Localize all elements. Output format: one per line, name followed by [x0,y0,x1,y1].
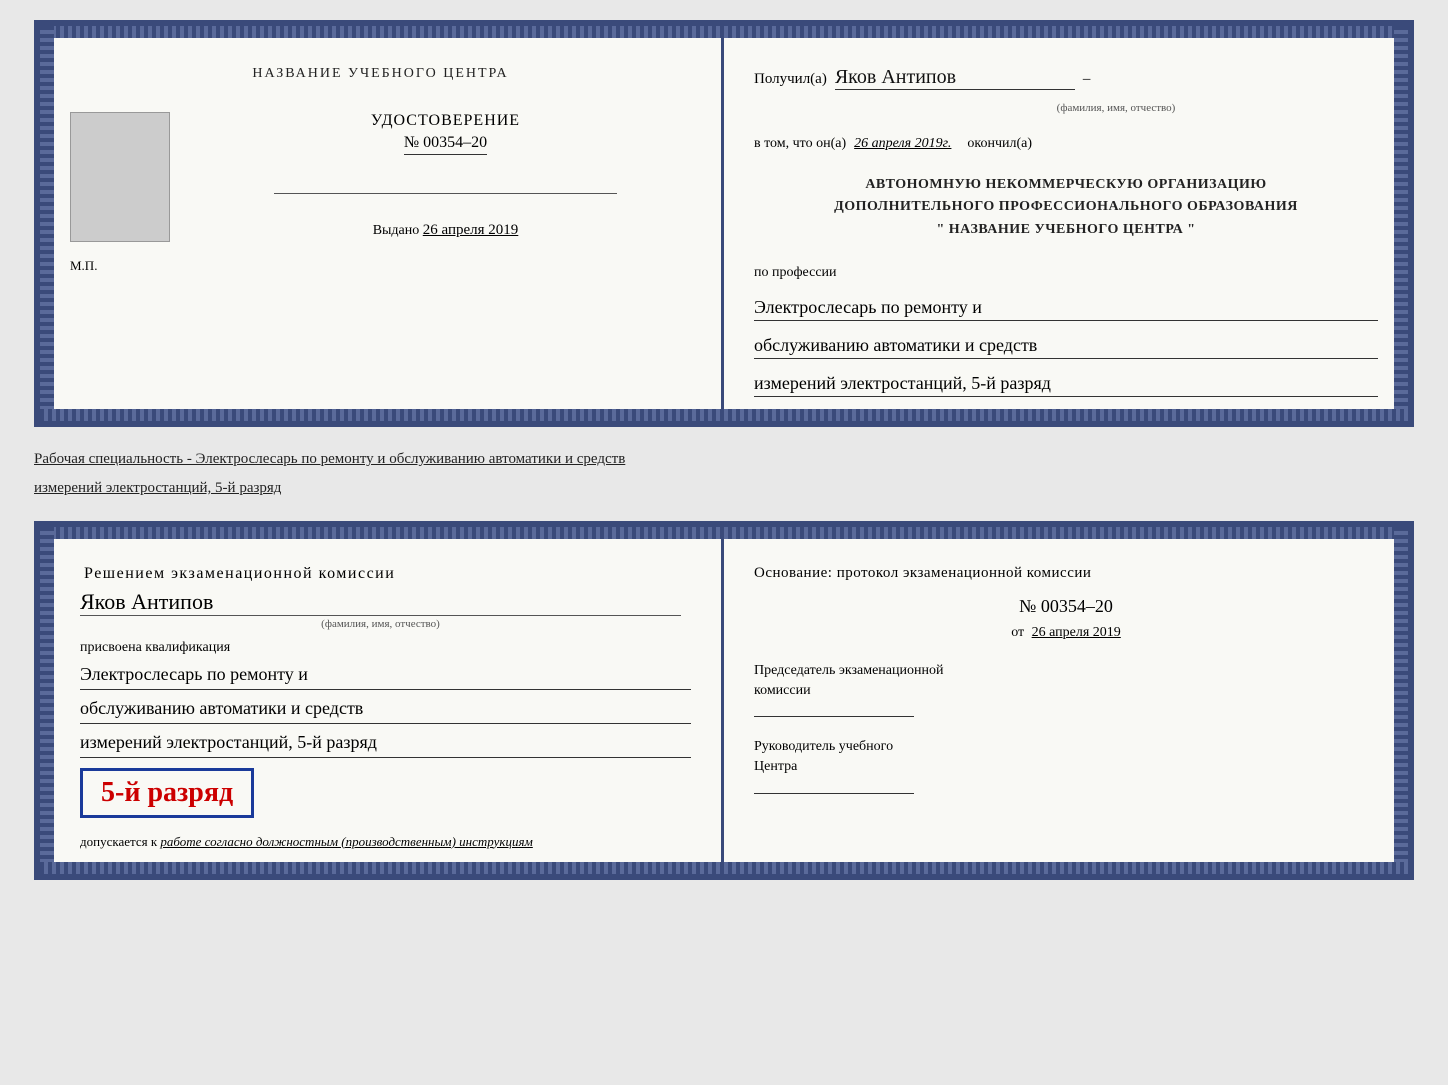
top-left-page: НАЗВАНИЕ УЧЕБНОГО ЦЕНТРА УДОСТОВЕРЕНИЕ №… [40,26,724,421]
prisvoena-label: присвоена квалификация [80,640,691,656]
vydano-date: 26 апреля 2019 [423,222,519,238]
middle-text-line2: измерений электростанций, 5-й разряд [34,474,1414,503]
vtom-date: 26 апреля 2019г. [854,136,951,152]
udost-block: УДОСТОВЕРЕНИЕ № 00354–20 Выдано 26 апрел… [200,112,691,239]
fio-label-top: (фамилия, имя, отчество) [854,102,1378,114]
recipient-name: Яков Антипов [835,66,956,88]
profession-line1: Электрослесарь по ремонту и [754,297,1378,321]
rank-badge: 5-й разряд [80,768,254,818]
left-content-row: УДОСТОВЕРЕНИЕ № 00354–20 Выдано 26 апрел… [70,112,691,242]
bottom-right-page: Основание: протокол экзаменационной коми… [724,527,1408,873]
poluchil-label: Получил(а) [754,71,827,88]
qual-line2: обслуживанию автоматики и средств [80,694,691,724]
top-org-name: НАЗВАНИЕ УЧЕБНОГО ЦЕНТРА [252,66,508,82]
dopuskaetsya-block: допускается к работе согласно должностны… [80,834,691,850]
top-right-page: Получил(а) Яков Антипов – (фамилия, имя,… [724,26,1408,421]
dopuskaetsya-text: работе согласно должностным (производств… [160,834,532,849]
ot-date: 26 апреля 2019 [1032,625,1121,640]
ot-label: от [1011,625,1024,640]
rukovoditel-line1: Руководитель учебного [754,737,1378,757]
ot-date-row: от 26 апреля 2019 [754,625,1378,641]
udost-title: УДОСТОВЕРЕНИЕ [371,112,520,130]
org-line1: АВТОНОМНУЮ НЕКОММЕРЧЕСКУЮ ОРГАНИЗАЦИЮ [754,174,1378,196]
bottom-name: Яков Антипов [80,589,691,615]
vydano-line: Выдано 26 апреля 2019 [373,222,519,239]
diploma-top: НАЗВАНИЕ УЧЕБНОГО ЦЕНТРА УДОСТОВЕРЕНИЕ №… [34,20,1414,427]
org-line2: ДОПОЛНИТЕЛЬНОГО ПРОФЕССИОНАЛЬНОГО ОБРАЗО… [754,196,1378,218]
vydano-label: Выдано [373,223,420,238]
middle-text-block: Рабочая специальность - Электрослесарь п… [34,445,1414,503]
profession-line3: измерений электростанций, 5-й разряд [754,373,1378,397]
chairman-line2: комиссии [754,681,1378,701]
middle-text-line1: Рабочая специальность - Электрослесарь п… [34,445,1414,474]
rank-text: 5-й разряд [101,777,233,809]
bottom-fio-label: (фамилия, имя, отчество) [80,615,681,630]
chairman-block: Председатель экзаменационной комиссии [754,661,1378,700]
rukovoditel-block: Руководитель учебного Центра [754,737,1378,776]
profession-line2: обслуживанию автоматики и средств [754,335,1378,359]
vtom-row: в том, что он(а) 26 апреля 2019г. окончи… [754,136,1378,152]
po-professii-label: по профессии [754,265,1378,281]
bottom-left-page: Решением экзаменационной комиссии Яков А… [40,527,724,873]
chairman-line1: Председатель экзаменационной [754,661,1378,681]
rukovoditel-signature-line [754,793,914,794]
mp-label: М.П. [70,258,97,274]
udost-number: № 00354–20 [404,134,487,155]
qual-line1: Электрослесарь по ремонту и [80,660,691,690]
poluchil-row: Получил(а) Яков Антипов – [754,66,1378,90]
osnование-label: Основание: протокол экзаменационной коми… [754,565,1378,582]
org-block: АВТОНОМНУЮ НЕКОММЕРЧЕСКУЮ ОРГАНИЗАЦИЮ ДО… [754,174,1378,241]
protocol-number: № 00354–20 [754,596,1378,617]
okonchil-label: окончил(а) [967,136,1032,152]
rukovoditel-line2: Центра [754,757,1378,777]
qual-line3: измерений электростанций, 5-й разряд [80,728,691,758]
vtom-label: в том, что он(а) [754,136,846,152]
resheniem-label: Решением экзаменационной комиссии [84,565,691,583]
chairman-signature-line [754,716,914,717]
diploma-bottom: Решением экзаменационной комиссии Яков А… [34,521,1414,879]
dopuskaetsya-label: допускается к [80,834,157,849]
org-line3: " НАЗВАНИЕ УЧЕБНОГО ЦЕНТРА " [754,219,1378,241]
photo-placeholder [70,112,170,242]
